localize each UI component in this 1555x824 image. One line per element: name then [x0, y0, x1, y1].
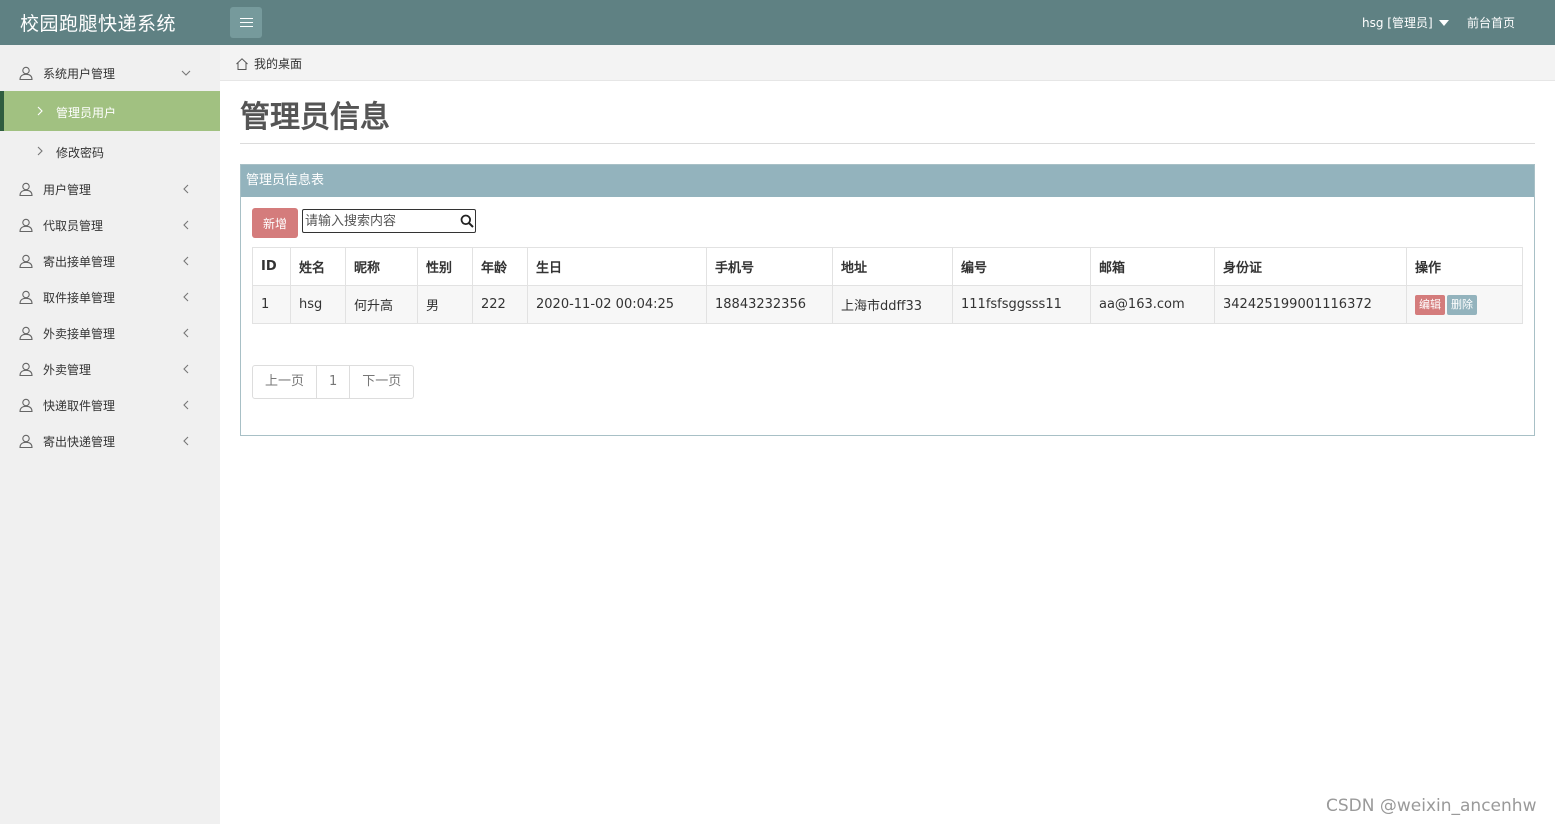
edit-button[interactable]: 编辑 [1415, 294, 1445, 315]
cell-idcard: 342425199001116372 [1214, 285, 1407, 324]
chevron-left-icon [183, 364, 189, 374]
chevron-right-icon [37, 146, 43, 156]
sidebar-item-label: 寄出快递管理 [43, 434, 116, 449]
sidebar-subitem-label: 管理员用户 [56, 106, 117, 120]
cell-number: 111fsfsggsss11 [952, 285, 1091, 324]
chevron-right-icon [37, 106, 43, 116]
chevron-down-icon [181, 70, 191, 76]
page-number-button[interactable]: 1 [316, 366, 349, 398]
home-icon [236, 57, 248, 70]
breadcrumb-bar: 我的桌面 [220, 45, 1555, 81]
sidebar-subitem-change-password[interactable]: 修改密码 [0, 131, 220, 171]
sidebar-item-label: 代取员管理 [43, 218, 104, 233]
next-page-button[interactable]: 下一页 [349, 366, 413, 398]
column-header: 编号 [952, 247, 1091, 286]
pagination: 上一页 1 下一页 [252, 365, 415, 399]
user-icon [19, 66, 33, 80]
chevron-left-icon [183, 184, 189, 194]
column-header: 邮箱 [1090, 247, 1215, 286]
sidebar-item-express-send[interactable]: 寄出快递管理 [0, 423, 220, 459]
app-title: 校园跑腿快递系统 [20, 13, 177, 35]
sidebar-item-couriers[interactable]: 代取员管理 [0, 207, 220, 243]
page-title: 管理员信息 [240, 100, 390, 135]
column-header: 昵称 [345, 247, 418, 286]
sidebar-item-takeout[interactable]: 外卖管理 [0, 351, 220, 387]
cell-id: 1 [252, 285, 291, 324]
cell-email: aa@163.com [1090, 285, 1215, 324]
user-icon [19, 434, 33, 448]
user-icon [19, 362, 33, 376]
table-header-row: ID 姓名 昵称 性别 年龄 生日 手机号 地址 编号 邮箱 身份证 操作 [252, 247, 1523, 286]
delete-button[interactable]: 删除 [1447, 294, 1477, 315]
chevron-left-icon [183, 400, 189, 410]
search-input[interactable] [305, 212, 455, 230]
column-header: 手机号 [706, 247, 833, 286]
top-header: 校园跑腿快递系统 hsg [管理员] 前台首页 [0, 0, 1555, 45]
add-button[interactable]: 新增 [252, 208, 298, 238]
search-icon[interactable] [460, 214, 474, 228]
sidebar-subitem-admin-users[interactable]: 管理员用户 [0, 91, 220, 131]
column-header: 操作 [1406, 247, 1523, 286]
chevron-left-icon [183, 256, 189, 266]
table-row: 1 hsg 何升高 男 222 2020-11-02 00:04:25 1884… [252, 285, 1523, 324]
sidebar-item-send-orders[interactable]: 寄出接单管理 [0, 243, 220, 279]
user-icon [19, 326, 33, 340]
user-menu-label: hsg [管理员] [1362, 16, 1433, 30]
sidebar-item-label: 用户管理 [43, 182, 92, 197]
sidebar-item-takeout-orders[interactable]: 外卖接单管理 [0, 315, 220, 351]
column-header: 性别 [417, 247, 473, 286]
prev-page-button[interactable]: 上一页 [253, 366, 316, 398]
chevron-left-icon [183, 328, 189, 338]
breadcrumb-label: 我的桌面 [254, 57, 303, 71]
cell-phone: 18843232356 [706, 285, 833, 324]
column-header: 年龄 [472, 247, 528, 286]
cell-actions: 编辑 删除 [1406, 285, 1523, 324]
sidebar-item-label: 取件接单管理 [43, 290, 116, 305]
chevron-left-icon [183, 220, 189, 230]
cell-nickname: 何升高 [345, 285, 418, 324]
watermark: CSDN @weixin_ancenhw [1326, 796, 1537, 816]
user-icon [19, 398, 33, 412]
sidebar-item-pickup-orders[interactable]: 取件接单管理 [0, 279, 220, 315]
user-icon [19, 254, 33, 268]
sidebar-item-system-users[interactable]: 系统用户管理 [0, 55, 220, 91]
sidebar-item-label: 寄出接单管理 [43, 254, 116, 269]
search-box [302, 209, 476, 233]
front-home-link[interactable]: 前台首页 [1467, 14, 1515, 31]
panel-title: 管理员信息表 [241, 165, 1534, 197]
chevron-left-icon [183, 436, 189, 446]
caret-down-icon [1438, 19, 1449, 26]
sidebar-subitem-label: 修改密码 [56, 146, 105, 160]
user-icon [19, 290, 33, 304]
title-divider [240, 143, 1535, 144]
chevron-left-icon [183, 292, 189, 302]
admin-info-panel: 管理员信息表 新增 ID 姓名 昵称 性别 年龄 生日 手机号 地址 编号 邮箱… [240, 164, 1535, 436]
menu-toggle-button[interactable] [230, 7, 262, 38]
user-menu[interactable]: hsg [管理员] [1362, 14, 1449, 31]
sidebar-item-express-pickup[interactable]: 快递取件管理 [0, 387, 220, 423]
admin-table: ID 姓名 昵称 性别 年龄 生日 手机号 地址 编号 邮箱 身份证 操作 1 … [252, 247, 1523, 324]
column-header: ID [252, 247, 291, 286]
sidebar-item-label: 外卖管理 [43, 362, 92, 377]
sidebar-item-users[interactable]: 用户管理 [0, 171, 220, 207]
sidebar-item-label: 快递取件管理 [43, 398, 116, 413]
cell-birthday: 2020-11-02 00:04:25 [527, 285, 707, 324]
user-icon [19, 218, 33, 232]
column-header: 生日 [527, 247, 707, 286]
column-header: 地址 [832, 247, 953, 286]
user-icon [19, 182, 33, 196]
sidebar: 系统用户管理 管理员用户 修改密码 用户管理 代取员管理 寄出接单管理 取件接单… [0, 45, 220, 824]
cell-gender: 男 [417, 285, 473, 324]
sidebar-item-label: 系统用户管理 [43, 66, 116, 81]
column-header: 姓名 [290, 247, 346, 286]
cell-age: 222 [472, 285, 528, 324]
sidebar-item-label: 外卖接单管理 [43, 326, 116, 341]
breadcrumb[interactable]: 我的桌面 [235, 55, 302, 72]
cell-address: 上海市ddff33 [832, 285, 953, 324]
column-header: 身份证 [1214, 247, 1407, 286]
cell-name: hsg [290, 285, 346, 324]
hamburger-icon [239, 18, 253, 27]
